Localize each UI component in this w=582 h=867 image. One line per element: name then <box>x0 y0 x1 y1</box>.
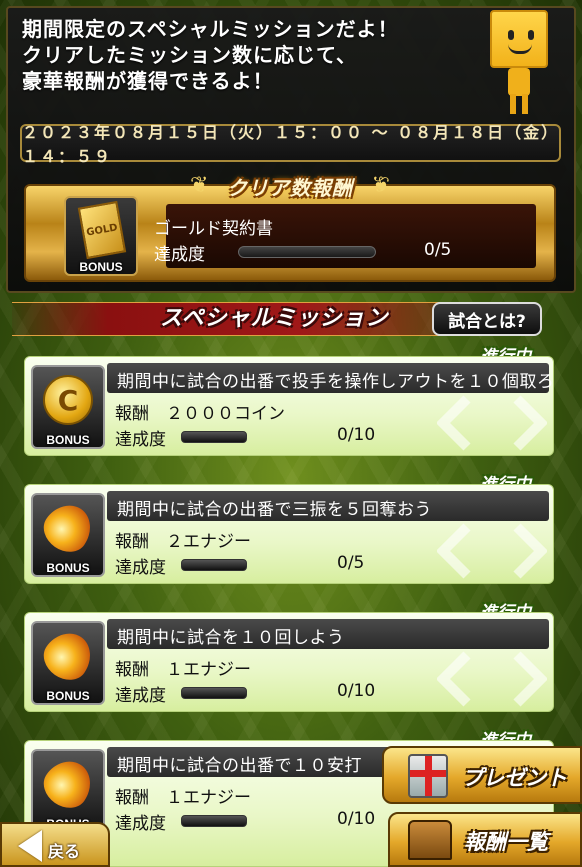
message-line: 期間限定のスペシャルミッションだよ！ <box>22 17 399 41</box>
message-line: クリアしたミッション数に応じて、 <box>22 43 357 67</box>
mission-progress-bar <box>181 559 247 571</box>
mission-card[interactable]: C BONUS 期間中に試合の出番で投手を操作しアウトを１０個取ろう 報酬 ２０… <box>24 356 554 456</box>
coin-glyph: C <box>43 375 93 425</box>
mission-progress-count: 0/10 <box>337 809 376 829</box>
mission-progress-label: 達成度 <box>115 430 166 450</box>
mission-title-bar: 期間中に試合を１０回しよう <box>107 619 549 649</box>
mission-progress-label: 達成度 <box>115 558 166 578</box>
present-button[interactable]: プレゼント <box>382 746 582 804</box>
bonus-label: BONUS <box>46 433 90 447</box>
clear-reward-progress-count: 0/5 <box>424 240 452 260</box>
chevron-decoration-icon <box>437 523 547 579</box>
mission-progress-count: 0/10 <box>337 681 376 701</box>
flame-icon <box>35 495 101 561</box>
event-period: ２０２３年０８月１５日（火）１５：００ ～ ０８月１８日（金）１４：５９ <box>20 123 561 166</box>
match-help-button[interactable]: 試合とは? <box>432 302 542 336</box>
flame-icon <box>35 751 101 817</box>
contract-card-icon: GOLD <box>77 200 127 260</box>
flame-icon <box>35 623 101 689</box>
reward-list-button-label: 報酬一覧 <box>464 830 548 854</box>
clear-reward-title-ribbon: ❦ クリア数報酬 ❦ <box>190 168 390 204</box>
mascot-leg <box>522 94 528 114</box>
mission-title-bar: 期間中に試合の出番で三振を５回奪おう <box>107 491 549 521</box>
laurel-right-icon: ❦ <box>371 173 390 198</box>
present-button-label: プレゼント <box>462 766 567 790</box>
clear-reward-progress-label: 達成度 <box>154 245 205 265</box>
clear-reward-progress-bar <box>238 246 376 258</box>
chevron-decoration-icon <box>437 395 547 451</box>
mission-progress-bar <box>181 687 247 699</box>
mission-card[interactable]: BONUS 期間中に試合の出番で三振を５回奪おう 報酬 ２エナジー 達成度 0/… <box>24 484 554 584</box>
message-line: 豪華報酬が獲得できるよ！ <box>22 69 274 93</box>
mission-progress-label: 達成度 <box>115 686 166 706</box>
mission-title: 期間中に試合の出番で投手を操作しアウトを１０個取ろう <box>117 372 554 392</box>
energy-icon: BONUS <box>31 493 105 577</box>
mission-title: 期間中に試合の出番で三振を５回奪おう <box>117 500 432 520</box>
clear-reward-title: クリア数報酬 <box>227 175 353 200</box>
mission-reward: 報酬 １エナジー <box>115 788 251 808</box>
mission-title: 期間中に試合の出番で１０安打 <box>117 756 362 776</box>
gift-icon <box>408 754 448 798</box>
back-button-label: 戻る <box>48 842 81 861</box>
event-period-text: ２０２３年０８月１５日（火）１５：００ ～ ０８月１８日（金）１４：５９ <box>22 123 552 166</box>
bonus-label: BONUS <box>79 260 123 274</box>
treasure-chest-icon <box>408 820 452 860</box>
mission-title-bar: 期間中に試合の出番で投手を操作しアウトを１０個取ろう <box>107 363 553 393</box>
back-button[interactable]: 戻る <box>0 822 110 867</box>
mission-reward: 報酬 ２エナジー <box>115 532 251 552</box>
energy-icon: BONUS <box>31 749 105 833</box>
bonus-label: BONUS <box>46 561 90 575</box>
mascot-eye <box>508 30 514 40</box>
clear-reward-item-name: ゴールド契約書 <box>154 219 273 239</box>
mission-card[interactable]: BONUS 期間中に試合を１０回しよう 報酬 １エナジー 達成度 0/10 <box>24 612 554 712</box>
mission-reward: 報酬 ２０００コイン <box>115 404 285 424</box>
coin-icon: C BONUS <box>31 365 105 449</box>
mission-progress-bar <box>181 815 247 827</box>
mascot-mouth <box>508 44 532 54</box>
mascot-eye <box>528 30 534 40</box>
contract-card-label: GOLD <box>85 221 119 239</box>
back-arrow-icon <box>18 830 42 862</box>
mission-reward: 報酬 １エナジー <box>115 660 251 680</box>
mission-progress-bar <box>181 431 247 443</box>
special-mission-title: スペシャルミッション <box>160 306 389 331</box>
laurel-left-icon: ❦ <box>190 173 209 198</box>
bonus-label: BONUS <box>46 689 90 703</box>
mission-progress-label: 達成度 <box>115 814 166 834</box>
intro-message: 期間限定のスペシャルミッションだよ！ クリアしたミッション数に応じて、 豪華報酬… <box>22 16 462 94</box>
mascot-body <box>508 68 530 96</box>
mascot-character <box>488 10 550 114</box>
energy-icon: BONUS <box>31 621 105 705</box>
mission-progress-count: 0/5 <box>337 553 365 573</box>
gold-contract-icon[interactable]: GOLD BONUS <box>64 196 138 276</box>
reward-list-button[interactable]: 報酬一覧 <box>388 812 582 867</box>
mission-progress-count: 0/10 <box>337 425 376 445</box>
match-help-label: 試合とは? <box>448 311 526 332</box>
mascot-leg <box>510 94 516 114</box>
mission-title: 期間中に試合を１０回しよう <box>117 628 345 648</box>
chevron-decoration-icon <box>437 651 547 707</box>
mascot-head <box>490 10 548 68</box>
